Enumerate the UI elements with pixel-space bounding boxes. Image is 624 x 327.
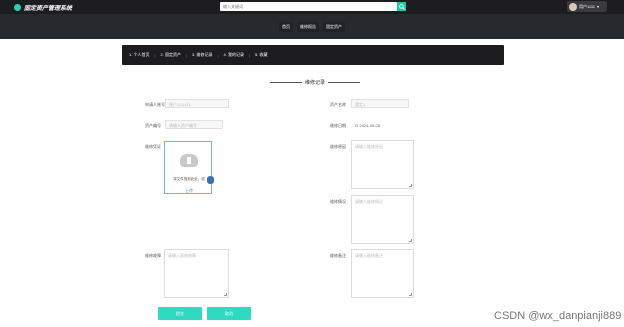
tab-divider: | (185, 52, 187, 58)
form-title-text: 维修记录 (305, 80, 326, 86)
hand-cursor-icon (207, 176, 214, 184)
resize-handle[interactable] (224, 293, 227, 296)
applicant-select[interactable]: 账户1111111 (165, 99, 229, 108)
tab-repair-records[interactable]: 3. 维修记录 (190, 51, 214, 59)
asset-name-field[interactable]: 固定1 (351, 99, 409, 108)
tab-my-records[interactable]: 4. 我的记录 (222, 51, 246, 59)
asset-name-label: 资产名称 (330, 102, 346, 107)
date-value: 2024-05-05 (359, 123, 380, 128)
cancel-button[interactable]: 取消 (207, 307, 251, 320)
reason-textarea[interactable]: 请输入维修原因 (351, 140, 414, 189)
tab-divider: | (217, 52, 219, 58)
proof-label: 维修凭证 (145, 144, 161, 149)
upload-link[interactable]: 上传 (165, 188, 213, 194)
date-label: 维修日期 (330, 123, 346, 128)
title-divider-right (328, 82, 361, 83)
tab-divider: | (154, 52, 156, 58)
situation-label: 维修情况 (330, 199, 346, 204)
user-menu[interactable]: 用户1111 ▾ (567, 1, 607, 12)
upload-tip: 将文件拖到此处，或 (173, 177, 205, 181)
app-logo[interactable]: 固定资产管理系统 (14, 3, 72, 12)
avatar (569, 2, 577, 11)
main-nav: 首页 维修报告 固定资产 (0, 14, 624, 39)
situation-placeholder: 请输入维修情况 (355, 199, 383, 204)
resize-handle[interactable] (409, 239, 412, 242)
date-picker[interactable]: ⊡ 2024-05-05 (351, 120, 415, 129)
applicant-value: 账户1111111 (169, 102, 191, 107)
tab-favorites[interactable]: 5. 收藏 (253, 51, 269, 59)
tab-personal-home[interactable]: 1. 个人首页 (127, 51, 151, 59)
nav-item-repair-report[interactable]: 维修报告 (297, 21, 319, 32)
asset-name-value: 固定1 (355, 102, 366, 107)
applicant-label: 申请人账号 (145, 102, 165, 107)
calendar-icon: ⊡ (355, 123, 359, 128)
submit-button[interactable]: 提交 (158, 307, 202, 320)
nav-item-home[interactable]: 首页 (279, 21, 293, 32)
resize-handle[interactable] (409, 184, 412, 187)
tab-divider: | (248, 52, 250, 58)
fault-textarea[interactable]: 请输入维修故障 (164, 249, 229, 298)
reason-placeholder: 请输入维修原因 (355, 144, 383, 149)
resize-handle[interactable] (409, 293, 412, 296)
fault-placeholder: 请输入维修故障 (168, 253, 196, 258)
user-center-tabs: 1. 个人首页 | 2. 固定资产 | 3. 维修记录 | 4. 我的记录 | … (122, 45, 504, 65)
fault-label: 维修故障 (145, 253, 161, 258)
upload-cloud-icon (180, 154, 198, 167)
user-name: 用户1111 (579, 3, 596, 9)
search-button[interactable] (397, 2, 406, 11)
title-divider-left (270, 82, 302, 83)
reason-label: 维修原因 (330, 144, 346, 149)
tab-fixed-assets[interactable]: 2. 固定资产 (159, 51, 183, 59)
remark-textarea[interactable]: 请输入维修备注 (351, 249, 414, 298)
logo-icon (14, 4, 21, 11)
situation-textarea[interactable]: 请输入维修情况 (351, 195, 414, 244)
top-bar: 固定资产管理系统 用户1111 ▾ (0, 0, 624, 14)
asset-code-label: 资产编号 (145, 123, 161, 128)
search-icon (398, 3, 405, 10)
remark-placeholder: 请输入维修备注 (355, 253, 383, 258)
search-input[interactable] (220, 2, 397, 11)
nav-item-fixed-assets[interactable]: 固定资产 (323, 21, 345, 32)
form-title: 维修记录 (270, 79, 361, 86)
search-box[interactable] (220, 2, 397, 11)
watermark: CSDN @wx_danpianji889 (494, 310, 622, 322)
remark-label: 维修备注 (330, 253, 346, 258)
upload-area[interactable]: 将文件拖到此处，或 上传 (164, 141, 214, 194)
asset-code-field[interactable]: 请输入资产编号 (165, 120, 223, 129)
chevron-down-icon: ▾ (597, 4, 600, 9)
asset-code-placeholder: 请输入资产编号 (169, 123, 197, 128)
app-title: 固定资产管理系统 (24, 6, 73, 12)
